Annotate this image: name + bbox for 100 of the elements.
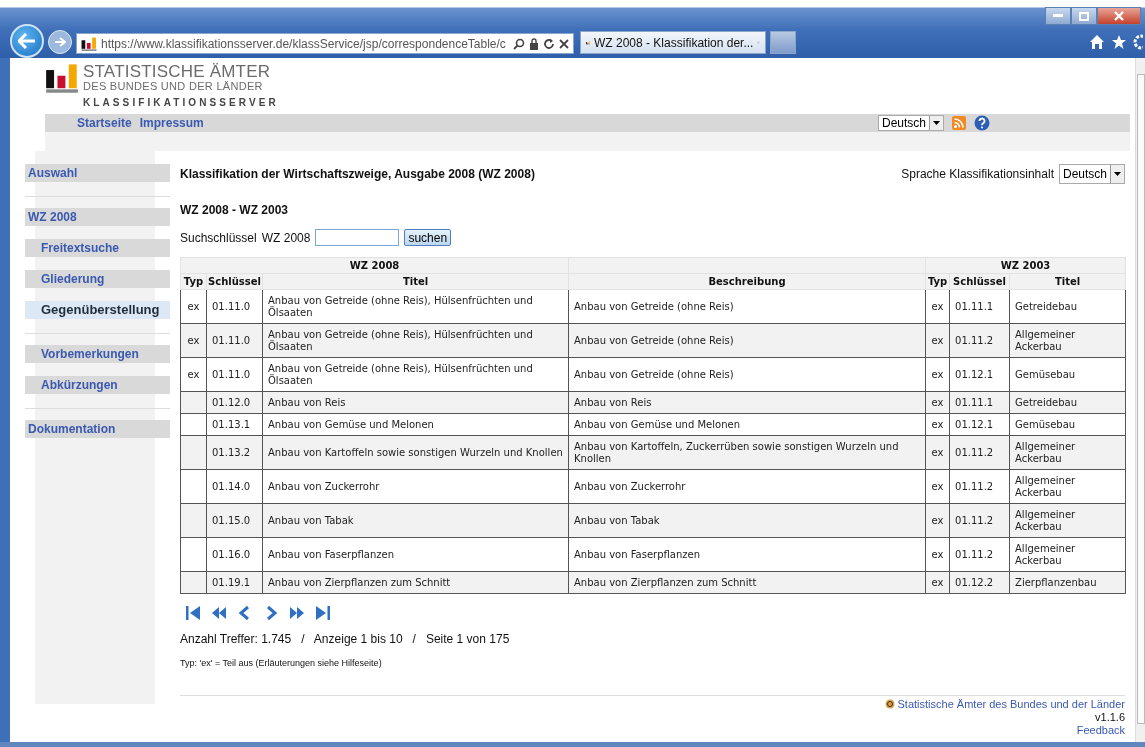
scrollbar[interactable] [1135,58,1145,742]
copyright-link[interactable]: Statistische Ämter des Bundes und der Länder [897,698,1125,710]
fast-back-icon[interactable] [210,604,228,622]
table-cell: Gemüsebau [1009,357,1126,392]
table-cell: 01.11.0 [206,323,263,358]
section-title: WZ 2008 - WZ 2003 [180,203,290,217]
table-cell: Anbau von Zierpflanzen zum Schnitt [262,571,569,594]
table-cell: Anbau von Getreide (ohne Reis) [568,357,926,392]
logo-icon [45,63,79,93]
sidebar-item[interactable]: WZ 2008 [25,208,170,226]
table-cell: 01.12.1 [949,357,1010,392]
sidebar-item[interactable]: Gliederung [25,270,170,288]
table-cell: Anbau von Gemüse und Melonen [568,413,926,436]
table-cell: 01.11.1 [949,289,1010,324]
table-cell: 01.11.0 [206,357,263,392]
language-select[interactable]: Deutsch [877,115,944,131]
table-cell: Anbau von Zuckerrohr [262,469,569,504]
scheme-label: WZ 2008 [261,230,311,245]
logo-title: STATISTISCHE ÄMTER [83,63,272,80]
search-button[interactable]: suchen [404,229,452,246]
caret-icon [933,121,940,125]
table-cell: 01.11.2 [949,469,1010,504]
close-icon [1114,11,1124,21]
table-cell: Anbau von Kartoffeln sowie sonstigen Wurzeln und Knollen [262,435,569,470]
fast-forward-icon[interactable] [288,604,306,622]
browser-tab[interactable]: WZ 2008 - Klassifikation der... [580,31,766,54]
table-cell: ex [180,357,207,392]
table-cell: Anbau von Tabak [568,503,926,538]
star-icon[interactable] [1111,34,1127,50]
back-arrow-icon [18,33,36,49]
sidebar-item[interactable]: Auswahl [25,164,170,182]
home-icon[interactable] [1089,34,1105,50]
content-language-select[interactable]: Deutsch [1058,164,1125,184]
scrollbar-thumb[interactable] [1137,74,1145,724]
table-cell: Allgemeiner Ackerbau [1009,469,1126,504]
table-cell: Anbau von Tabak [262,503,569,538]
table-cell: 01.16.0 [206,537,263,572]
table-cell: Anbau von Zierpflanzen zum Schnitt [568,571,926,594]
help-icon[interactable] [974,115,990,131]
nav-link[interactable]: Startseite [77,116,132,130]
table-cell: Anbau von Reis [568,391,926,414]
first-page-icon[interactable] [184,604,202,622]
table-cell: Anbau von Faserpflanzen [568,537,926,572]
url-text: https://www.klassifikationsserver.de/klassService/jsp/correspondenceTable/c [101,36,507,51]
table-cell: Anbau von Reis [262,391,569,414]
column-group-header: WZ 2008 [180,257,569,274]
result-summary: Anzahl Treffer: 1.745 / Anzeige 1 bis 10 / Seite 1 von 175 [180,632,511,646]
version-text: v1.1.6 [1095,711,1125,723]
page-title: Klassifikation der Wirtschaftszweige, Ausgabe 2008 (WZ 2008) [180,167,535,181]
logo-caption: KLASSIFIKATIONSSERVER [83,98,279,108]
table-cell: 01.11.2 [949,537,1010,572]
table-cell: Anbau von Gemüse und Melonen [262,413,569,436]
table-cell: Anbau von Getreide (ohne Reis), Hülsenfrüchten und Ölsaaten [262,323,569,358]
table-cell: Getreidebau [1009,289,1126,324]
sidebar-item[interactable]: Freitextsuche [25,239,170,257]
table-cell: Anbau von Getreide (ohne Reis), Hülsenfrüchten und Ölsaaten [262,289,569,324]
sidebar-item[interactable]: Vorbemerkungen [25,345,170,363]
table-cell: ex [180,289,207,324]
caret-icon [1114,172,1121,176]
table-cell: 01.14.0 [206,469,263,504]
settings-icon[interactable] [1133,34,1143,50]
table-cell: Allgemeiner Ackerbau [1009,503,1126,538]
column-group-header: WZ 2003 [925,257,1126,274]
table-cell: Anbau von Faserpflanzen [262,537,569,572]
table-cell: 01.11.2 [949,435,1010,470]
nav-link[interactable]: Impressum [139,116,204,130]
logo-subtitle: DES BUNDES UND DER LÄNDER [83,81,264,92]
sidebar-item[interactable]: Dokumentation [25,420,170,438]
table-cell: Anbau von Kartoffeln, Zuckerrüben sowie sonstigen Wurzeln und Knollen [568,435,926,470]
search-field[interactable] [315,229,400,246]
copyright-icon [884,699,895,709]
table-cell: Allgemeiner Ackerbau [1009,323,1126,358]
maximize-icon [1079,11,1089,21]
sidebar-item[interactable]: Gegenüberstellung [25,301,170,319]
search-label: Suchschlüssel [180,230,257,245]
refresh-icon[interactable] [543,37,555,50]
address-bar[interactable]: https://www.klassifikationsserver.de/klassService/jsp/correspondenceTable/c [76,33,574,54]
close-button[interactable] [1097,7,1141,25]
minimize-icon [1053,14,1063,18]
close-icon[interactable] [559,38,569,49]
search-icon[interactable] [513,37,525,50]
logo-icon [81,36,97,51]
table-cell: Anbau von Zuckerrohr [568,469,926,504]
sidebar-item[interactable]: Abkürzungen [25,376,170,394]
table-cell: Allgemeiner Ackerbau [1009,435,1126,470]
table-cell: 01.11.2 [949,503,1010,538]
legend-note: Typ: 'ex' = Teil aus (Erläuterungen siehe Hilfeseite) [180,658,383,668]
forward-button[interactable] [48,30,72,54]
maximize-button[interactable] [1071,7,1097,25]
table-cell: Anbau von Getreide (ohne Reis) [568,289,926,324]
table-cell: 01.11.0 [206,289,263,324]
last-page-icon[interactable] [314,604,332,622]
minimize-button[interactable] [1045,7,1071,25]
table-cell: ex [180,323,207,358]
content-language-label: Sprache Klassifikationsinhalt [901,167,1054,181]
feedback-link[interactable]: Feedback [1076,724,1125,736]
table-cell: Anbau von Getreide (ohne Reis) [568,323,926,358]
back-button[interactable] [10,24,44,58]
table-cell: 01.13.2 [206,435,263,470]
forward-arrow-icon [54,37,66,47]
